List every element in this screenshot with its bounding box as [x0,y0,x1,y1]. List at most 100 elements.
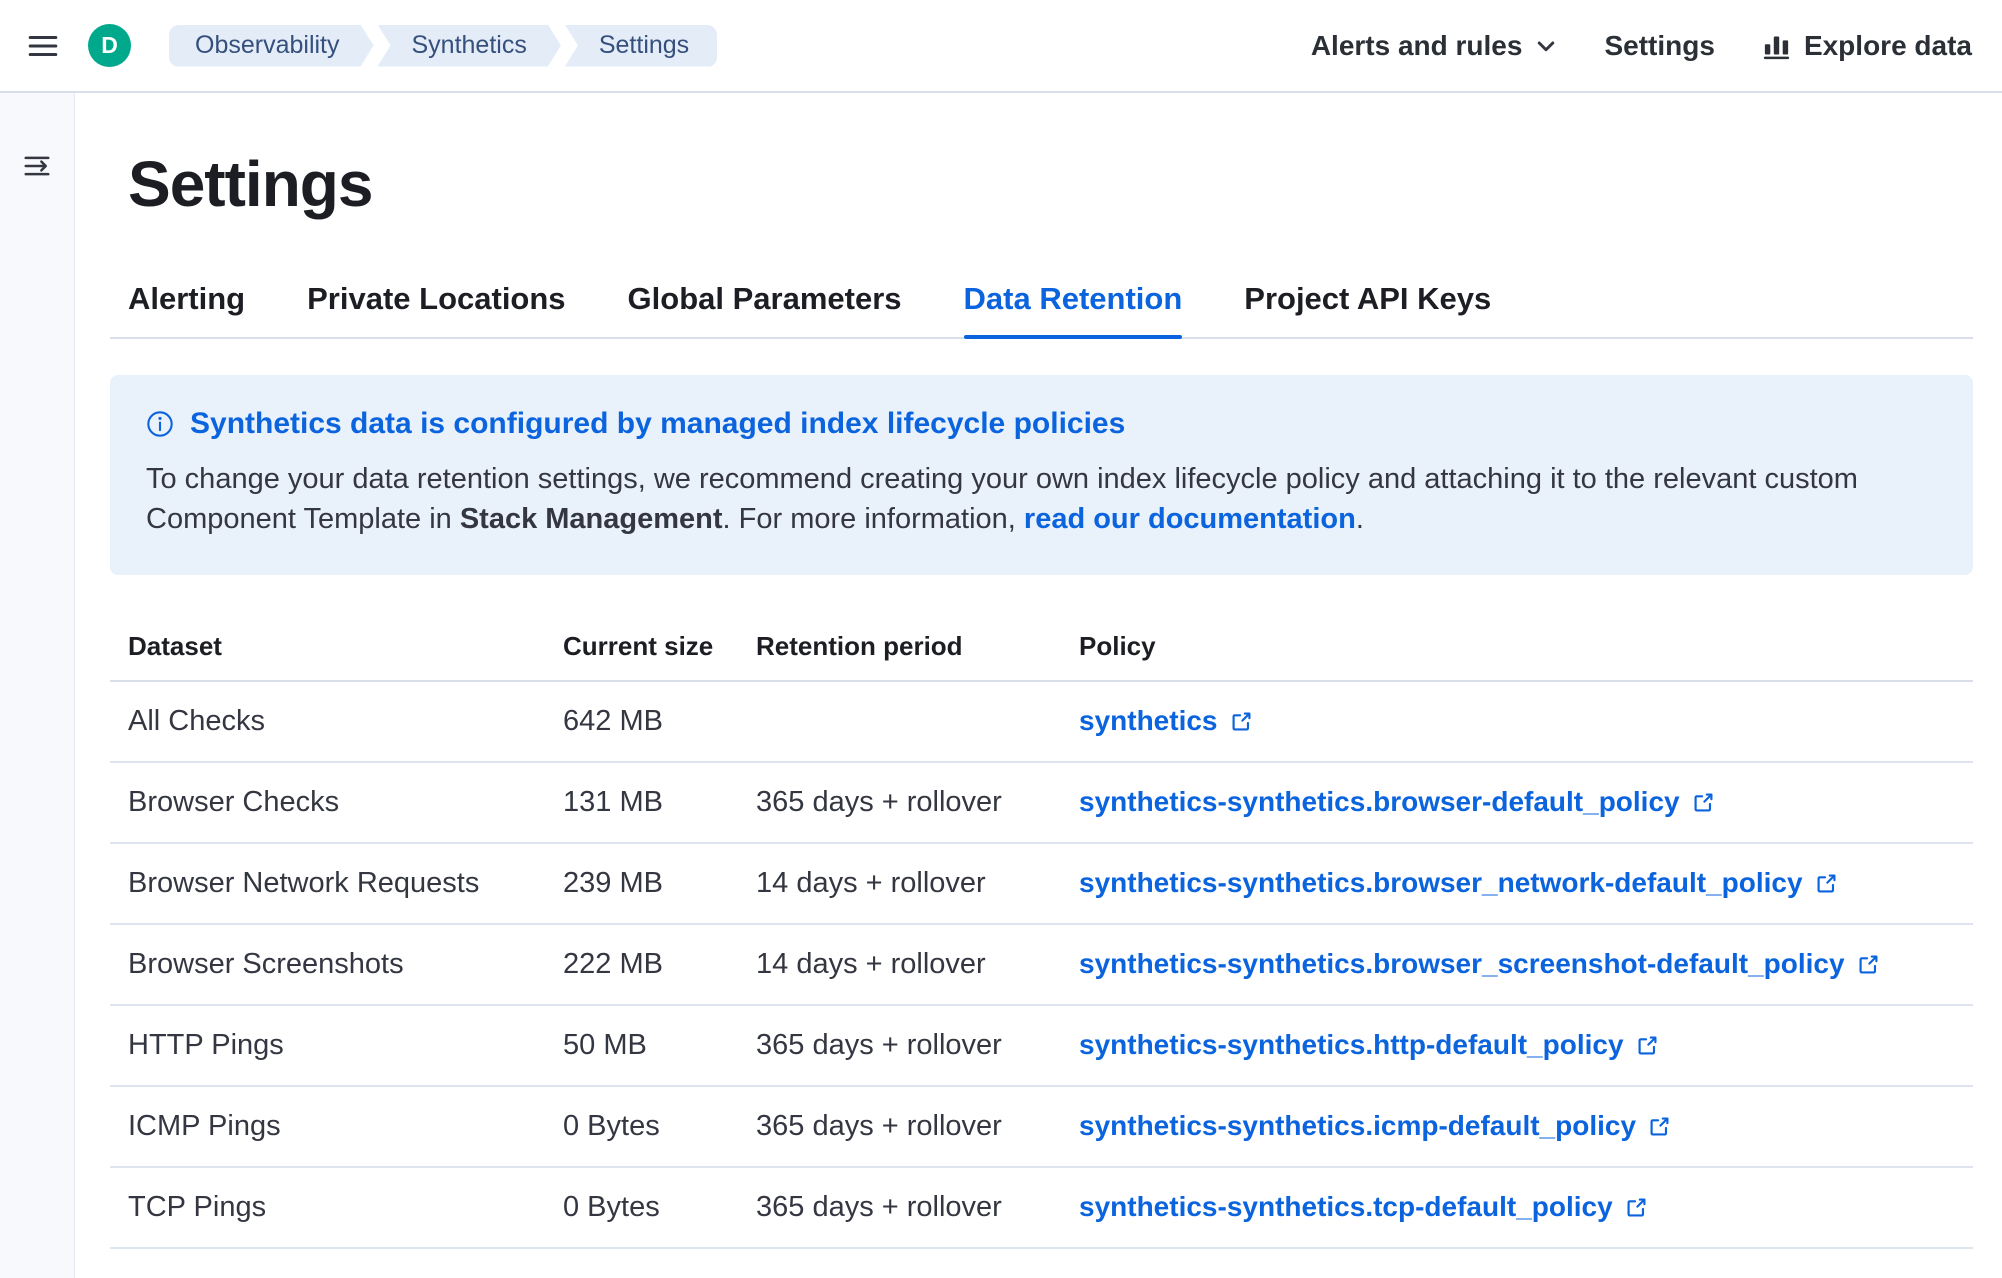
external-link-icon [1636,1034,1659,1057]
expand-sidebar-button[interactable] [22,151,52,181]
table-row: ICMP Pings 0 Bytes 365 days + rollover s… [110,1086,1973,1167]
dataset-label: TCP Pings [128,1191,266,1223]
cell-retention-period: 14 days + rollover [756,843,1079,924]
callout-body: To change your data retention settings, … [146,459,1933,539]
tab-private-locations[interactable]: Private Locations [307,281,565,337]
breadcrumb: Observability Synthetics Settings [169,25,717,67]
cell-current-size: 131 MB [563,762,756,843]
cell-policy: synthetics-synthetics.tcp-default_policy [1079,1167,1973,1248]
callout-text: . For more information, [723,503,1024,535]
explore-data-link[interactable]: Explore data [1761,30,1972,62]
policy-link[interactable]: synthetics-synthetics.browser-default_po… [1079,786,1715,818]
cell-retention-period: 365 days + rollover [756,1167,1079,1248]
current-size-value: 0 Bytes [563,1110,660,1142]
table-row: Browser Screenshots 222 MB 14 days + rol… [110,924,1973,1005]
tab-label: Private Locations [307,281,565,316]
dataset-label: Browser Screenshots [128,948,404,980]
dataset-label: ICMP Pings [128,1110,281,1142]
data-retention-table: DatasetCurrent sizeRetention periodPolic… [110,615,1973,1249]
retention-period-value: 365 days + rollover [756,1029,1002,1061]
tab-project-api-keys[interactable]: Project API Keys [1244,281,1491,337]
dataset-label: HTTP Pings [128,1029,284,1061]
policy-link[interactable]: synthetics-synthetics.browser_network-de… [1079,867,1838,899]
policy-name: synthetics-synthetics.browser_network-de… [1079,867,1803,899]
policy-name: synthetics-synthetics.browser-default_po… [1079,786,1680,818]
retention-period-value: 365 days + rollover [756,1110,1002,1142]
cell-current-size: 222 MB [563,924,756,1005]
cell-retention-period: 365 days + rollover [756,762,1079,843]
breadcrumb-label: Synthetics [412,31,527,60]
cell-dataset: Browser Network Requests [110,843,563,924]
policy-name: synthetics-synthetics.tcp-default_policy [1079,1191,1613,1223]
breadcrumb-label: Settings [599,31,689,60]
header-settings-link[interactable]: Settings [1604,30,1714,62]
header-settings-label: Settings [1604,30,1714,62]
cell-retention-period: 365 days + rollover [756,1005,1079,1086]
tab-alerting[interactable]: Alerting [128,281,245,337]
table-row: Browser Network Requests 239 MB 14 days … [110,843,1973,924]
retention-period-value: 14 days + rollover [756,948,986,980]
alerts-and-rules-label: Alerts and rules [1311,30,1523,62]
cell-policy: synthetics-synthetics.browser_screenshot… [1079,924,1973,1005]
breadcrumb-item-observability[interactable]: Observability [169,25,374,67]
policy-name: synthetics-synthetics.http-default_polic… [1079,1029,1624,1061]
external-link-icon [1648,1115,1671,1138]
policy-name: synthetics-synthetics.browser_screenshot… [1079,948,1845,980]
current-size-value: 50 MB [563,1029,647,1061]
cell-dataset: ICMP Pings [110,1086,563,1167]
cell-dataset: Browser Screenshots [110,924,563,1005]
avatar-letter: D [101,32,118,59]
dataset-label: All Checks [128,705,265,737]
cell-retention-period: 365 days + rollover [756,1086,1079,1167]
external-link-icon [1625,1196,1648,1219]
cell-current-size: 239 MB [563,843,756,924]
table-header-row: DatasetCurrent sizeRetention periodPolic… [110,615,1973,681]
cell-dataset: HTTP Pings [110,1005,563,1086]
callout-title: Synthetics data is configured by managed… [190,407,1125,441]
breadcrumb-item-synthetics[interactable]: Synthetics [378,25,561,67]
retention-period-value: 365 days + rollover [756,786,1002,818]
policy-link[interactable]: synthetics-synthetics.icmp-default_polic… [1079,1110,1671,1142]
header-actions: Alerts and rules Settings Explore data [1311,30,1972,62]
breadcrumb-item-settings[interactable]: Settings [565,25,717,67]
cell-policy: synthetics-synthetics.browser-default_po… [1079,762,1973,843]
column-header-dataset: Dataset [110,615,563,681]
alerts-and-rules-menu[interactable]: Alerts and rules [1311,30,1559,62]
policy-link[interactable]: synthetics-synthetics.tcp-default_policy [1079,1191,1648,1223]
policy-link[interactable]: synthetics [1079,705,1253,737]
external-link-icon [1815,872,1838,895]
cell-dataset: All Checks [110,681,563,762]
explore-data-label: Explore data [1804,30,1972,62]
cell-dataset: Browser Checks [110,762,563,843]
documentation-link[interactable]: read our documentation [1024,503,1356,535]
table-row: Browser Checks 131 MB 365 days + rollove… [110,762,1973,843]
menu-button[interactable] [26,29,60,63]
table-row: TCP Pings 0 Bytes 365 days + rollover sy… [110,1167,1973,1248]
space-avatar[interactable]: D [88,24,131,67]
tab-data-retention[interactable]: Data Retention [964,281,1183,337]
main-content: Settings Alerting Private Locations Global… [75,147,2002,1249]
current-size-value: 222 MB [563,948,663,980]
global-header: D Observability Synthetics Settings Alerts… [0,0,2002,93]
tab-label: Alerting [128,281,245,316]
callout-header: Synthetics data is configured by managed… [146,407,1933,441]
tab-global-parameters[interactable]: Global Parameters [628,281,902,337]
bar-chart-icon [1761,30,1792,61]
policy-link[interactable]: synthetics-synthetics.browser_screenshot… [1079,948,1880,980]
dataset-label: Browser Network Requests [128,867,479,899]
tab-label: Project API Keys [1244,281,1491,316]
callout-text: . [1356,503,1364,535]
table-row: HTTP Pings 50 MB 365 days + rollover syn… [110,1005,1973,1086]
menu-right-icon [22,151,52,181]
cell-current-size: 642 MB [563,681,756,762]
dataset-label: Browser Checks [128,786,339,818]
cell-dataset: TCP Pings [110,1167,563,1248]
info-icon [146,410,174,438]
cell-policy: synthetics-synthetics.browser_network-de… [1079,843,1973,924]
policy-link[interactable]: synthetics-synthetics.http-default_polic… [1079,1029,1659,1061]
retention-period-value: 14 days + rollover [756,867,986,899]
current-size-value: 0 Bytes [563,1191,660,1223]
cell-retention-period: 14 days + rollover [756,924,1079,1005]
page-title: Settings [128,147,1973,221]
current-size-value: 239 MB [563,867,663,899]
